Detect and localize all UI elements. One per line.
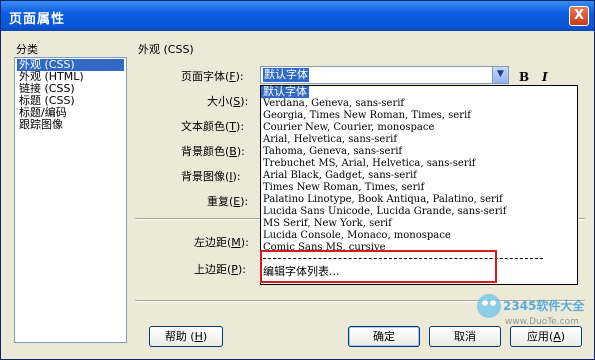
title-bar[interactable]: 页面属性 X [1,1,594,31]
svg-text:2345软件大全: 2345软件大全 [503,298,585,313]
bold-button[interactable]: B [519,70,529,84]
page-font-selected-value: 默认字体 [263,68,309,82]
bg-color-label: 背景颜色(B): [181,145,245,158]
page-font-label: 页面字体(F): [181,70,244,83]
help-button[interactable]: 帮助 (H) [149,326,223,347]
category-list[interactable]: 外观 (CSS) 外观 (HTML) 链接 (CSS) 标题 (CSS) 标题/… [14,57,127,343]
italic-button[interactable]: I [542,70,548,84]
font-option[interactable]: Arial, Helvetica, sans-serif [261,134,399,146]
bg-image-label: 背景图像(I): [181,170,241,183]
font-option[interactable]: Georgia, Times New Roman, Times, serif [261,110,473,122]
section-title: 外观 (CSS) [138,43,194,56]
watermark-logo: 2345软件大全 www.DuoTe.com [477,294,585,327]
font-option[interactable]: Lucida Sans Unicode, Lucida Grande, sans… [261,206,508,218]
ok-button[interactable]: 确定 [348,326,420,347]
font-option[interactable]: Arial Black, Gadget, sans-serif [261,170,419,182]
font-option[interactable]: Palatino Linotype, Book Antiqua, Palatin… [261,194,505,206]
font-option[interactable]: Times New Roman, Times, serif [261,182,426,194]
close-button[interactable]: X [569,6,589,26]
highlight-box [260,250,497,283]
category-item-tracing-image[interactable]: 跟踪图像 [17,119,65,131]
font-option[interactable]: Courier New, Courier, monospace [261,122,436,134]
category-label: 分类 [16,43,38,56]
page-properties-dialog: 页面属性 X 分类 外观 (CSS) 外观 (HTML) 链接 (CSS) 标题… [0,0,595,360]
text-color-label: 文本颜色(T): [181,120,245,133]
font-option-default[interactable]: 默认字体 [261,86,309,98]
font-option[interactable]: MS Serif, New York, serif [261,218,394,230]
page-font-select[interactable]: 默认字体 ▼ [260,66,509,84]
size-label: 大小(S): [207,95,249,108]
left-margin-label: 左边距(M): [194,236,249,249]
repeat-label: 重复(E): [207,195,249,208]
font-option[interactable]: Trebuchet MS, Arial, Helvetica, sans-ser… [261,158,478,170]
font-option[interactable]: Lucida Console, Monaco, monospace [261,230,453,242]
font-option[interactable]: Tahoma, Geneva, sans-serif [261,146,404,158]
window-title: 页面属性 [9,12,66,27]
font-option[interactable]: Verdana, Geneva, sans-serif [261,98,406,110]
svg-text:www.DuoTe.com: www.DuoTe.com [505,317,579,327]
chevron-down-icon[interactable]: ▼ [492,67,508,83]
top-margin-label: 上边距(P): [194,263,246,276]
